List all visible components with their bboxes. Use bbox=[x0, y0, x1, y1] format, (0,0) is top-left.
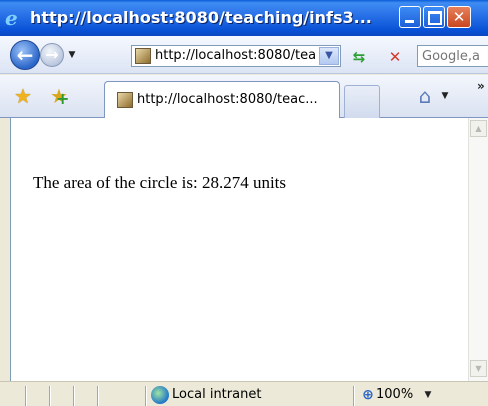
title-bar[interactable]: e http://localhost:8080/teaching/infs3..… bbox=[0, 0, 488, 36]
zoom-level[interactable]: 100% bbox=[376, 385, 413, 405]
home-icon[interactable]: ⌂ bbox=[412, 85, 438, 107]
status-divider bbox=[353, 386, 354, 406]
back-button[interactable]: ← bbox=[10, 40, 40, 70]
scroll-up-button[interactable]: ▲ bbox=[470, 120, 487, 137]
scroll-down-button[interactable]: ▼ bbox=[470, 360, 487, 377]
tab-label: http://localhost:8080/teac... bbox=[137, 92, 318, 107]
search-box[interactable] bbox=[417, 45, 488, 67]
tab-active[interactable]: http://localhost:8080/teac... bbox=[104, 81, 340, 118]
navigation-bar: ← → ▼ http://localhost:8080/teaching/inf… bbox=[0, 36, 488, 74]
vertical-scrollbar[interactable]: ▲ ▼ bbox=[468, 118, 488, 381]
status-divider bbox=[145, 386, 146, 406]
new-tab-button[interactable] bbox=[344, 85, 380, 118]
page-icon bbox=[135, 48, 151, 64]
globe-icon bbox=[151, 386, 169, 404]
status-divider bbox=[97, 386, 98, 406]
favorites-star-icon[interactable]: ★ bbox=[12, 85, 34, 107]
window-title: http://localhost:8080/teaching/infs3... bbox=[30, 8, 372, 27]
zoom-dropdown-icon[interactable]: ▼ bbox=[422, 385, 434, 405]
history-dropdown-icon[interactable]: ▼ bbox=[66, 46, 78, 64]
forward-button[interactable]: → bbox=[40, 43, 64, 67]
page-content: The area of the circle is: 28.274 units … bbox=[10, 118, 488, 381]
address-bar[interactable]: http://localhost:8080/teaching/infs3 ▼ bbox=[131, 45, 341, 67]
chevron-more-icon[interactable]: » bbox=[477, 79, 488, 93]
page-icon bbox=[117, 92, 133, 108]
zoom-icon[interactable]: ⊕ bbox=[360, 387, 376, 403]
search-input[interactable] bbox=[422, 46, 488, 66]
page-message: The area of the circle is: 28.274 units bbox=[33, 173, 287, 192]
address-input[interactable]: http://localhost:8080/teaching/infs3 bbox=[155, 46, 315, 66]
arrow-right-icon: → bbox=[45, 45, 59, 64]
maximize-button[interactable] bbox=[423, 6, 445, 28]
status-bar: Local intranet ⊕ 100% ▼ bbox=[0, 381, 488, 406]
ie-logo-icon: e bbox=[5, 6, 18, 30]
stop-button[interactable]: ✕ bbox=[385, 47, 405, 67]
arrow-left-icon: ← bbox=[16, 43, 34, 67]
tab-bar: ★ ★ http://localhost:8080/teac... ⌂ ▼ » bbox=[0, 75, 488, 118]
minimize-button[interactable] bbox=[399, 6, 421, 28]
home-dropdown-icon[interactable]: ▼ bbox=[440, 87, 450, 105]
status-divider bbox=[49, 386, 50, 406]
status-divider bbox=[25, 386, 26, 406]
close-button[interactable] bbox=[447, 6, 471, 28]
refresh-button[interactable]: ⇆ bbox=[349, 47, 369, 67]
add-favorite-icon[interactable]: ★ bbox=[48, 85, 70, 108]
address-dropdown-button[interactable]: ▼ bbox=[319, 47, 339, 65]
security-zone-label: Local intranet bbox=[172, 387, 262, 402]
status-divider bbox=[73, 386, 74, 406]
